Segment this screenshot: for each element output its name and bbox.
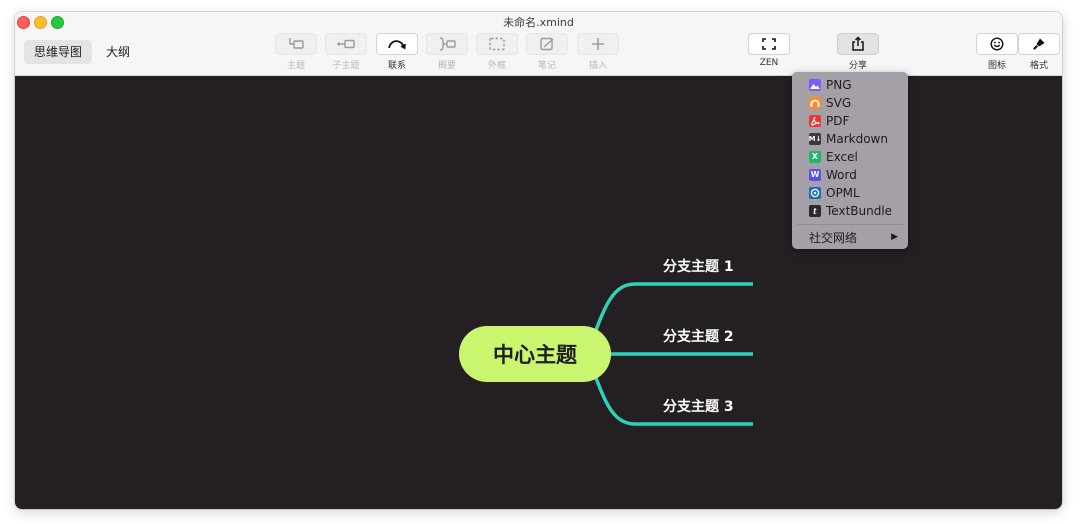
share-opml-label: OPML [826, 186, 860, 200]
share-word-label: Word [826, 168, 857, 182]
view-switch: 思维导图 大纲 [24, 40, 140, 64]
insert-tool[interactable]: 插入 [577, 33, 619, 71]
svg-icon [809, 97, 821, 109]
summary-button[interactable] [426, 33, 468, 55]
branch-topic-1[interactable]: 分支主题 1 [663, 256, 734, 276]
topic-label: 主题 [286, 61, 305, 71]
share-social-item[interactable]: 社交网络 ▶ [809, 228, 898, 246]
subtopic-button[interactable] [325, 33, 367, 55]
share-markdown-item[interactable]: M↓ Markdown [809, 130, 888, 148]
tab-mind-map[interactable]: 思维导图 [24, 40, 93, 64]
summary-tool[interactable]: 概要 [426, 33, 468, 71]
share-word-item[interactable]: W Word [809, 166, 857, 184]
topic-icon [289, 38, 304, 49]
tab-outline[interactable]: 大纲 [96, 40, 140, 64]
excel-icon: X [809, 151, 821, 163]
share-button[interactable] [837, 33, 879, 55]
fullscreen-icon [762, 38, 776, 50]
share-textbundle-item[interactable]: t TextBundle [809, 202, 892, 220]
branch-topic-3[interactable]: 分支主题 3 [663, 396, 734, 416]
share-pdf-item[interactable]: PDF [809, 112, 849, 130]
format-label: 格式 [1029, 61, 1048, 71]
share-svg-label: SVG [826, 96, 852, 110]
subtopic-icon [337, 39, 355, 49]
title-bar: 未命名.xmind 思维导图 大纲 主题 子主题 联系 概要 外框 笔记 插入 … [15, 12, 1062, 76]
topic-button[interactable] [275, 33, 317, 55]
subtopic-label: 子主题 [332, 61, 360, 71]
boundary-button[interactable] [476, 33, 518, 55]
summary-icon [439, 37, 456, 51]
share-tool[interactable]: 分享 [837, 33, 879, 71]
share-png-label: PNG [826, 78, 852, 92]
share-png-item[interactable]: PNG [809, 76, 852, 94]
note-button[interactable] [526, 33, 568, 55]
branch-topic-2[interactable]: 分支主题 2 [663, 326, 734, 346]
boundary-tool[interactable]: 外框 [476, 33, 518, 71]
insert-button[interactable] [577, 33, 619, 55]
submenu-arrow-icon: ▶ [891, 232, 898, 242]
zen-tool[interactable]: ZEN [748, 33, 790, 68]
central-topic[interactable]: 中心主题 [459, 326, 611, 382]
format-tool[interactable]: 格式 [1018, 33, 1060, 71]
relationship-button[interactable] [376, 33, 418, 55]
subtopic-tool[interactable]: 子主题 [325, 33, 367, 71]
share-menu: PNG SVG PDF M↓ Markdown X Excel W Word O… [792, 72, 908, 249]
icon-label: 图标 [987, 61, 1006, 71]
icon-tool[interactable]: 图标 [976, 33, 1018, 71]
zen-button[interactable] [748, 33, 790, 55]
note-label: 笔记 [537, 61, 556, 71]
share-pdf-label: PDF [826, 114, 850, 128]
share-excel-label: Excel [826, 150, 858, 164]
icon-button[interactable] [976, 33, 1018, 55]
summary-label: 概要 [437, 61, 456, 71]
markdown-icon: M↓ [809, 133, 821, 145]
topic-tool[interactable]: 主题 [275, 33, 317, 71]
share-icon [852, 36, 864, 51]
format-button[interactable] [1018, 33, 1060, 55]
zen-label: ZEN [759, 58, 779, 68]
image-icon [809, 79, 821, 91]
window-title: 未命名.xmind [503, 16, 574, 29]
insert-label: 插入 [588, 61, 607, 71]
note-icon [540, 37, 554, 51]
opml-icon [809, 187, 821, 199]
share-social-label: 社交网络 [809, 230, 858, 245]
app-window: 未命名.xmind 思维导图 大纲 主题 子主题 联系 概要 外框 笔记 插入 … [15, 12, 1062, 509]
share-svg-item[interactable]: SVG [809, 94, 851, 112]
plus-icon [592, 38, 604, 50]
relationship-label: 联系 [387, 61, 406, 71]
share-label: 分享 [848, 61, 867, 71]
share-opml-item[interactable]: OPML [809, 184, 860, 202]
boundary-icon [489, 37, 505, 51]
relationship-tool[interactable]: 联系 [376, 33, 418, 71]
pdf-icon [809, 115, 821, 127]
note-tool[interactable]: 笔记 [526, 33, 568, 71]
boundary-label: 外框 [487, 61, 506, 71]
share-markdown-label: Markdown [826, 132, 888, 146]
share-excel-item[interactable]: X Excel [809, 148, 858, 166]
relationship-icon [388, 40, 406, 50]
textbundle-icon: t [809, 205, 821, 217]
menu-divider [797, 224, 903, 225]
share-textbundle-label: TextBundle [826, 204, 893, 218]
brush-icon [1033, 38, 1045, 50]
smiley-icon [990, 37, 1004, 51]
word-icon: W [809, 169, 821, 181]
